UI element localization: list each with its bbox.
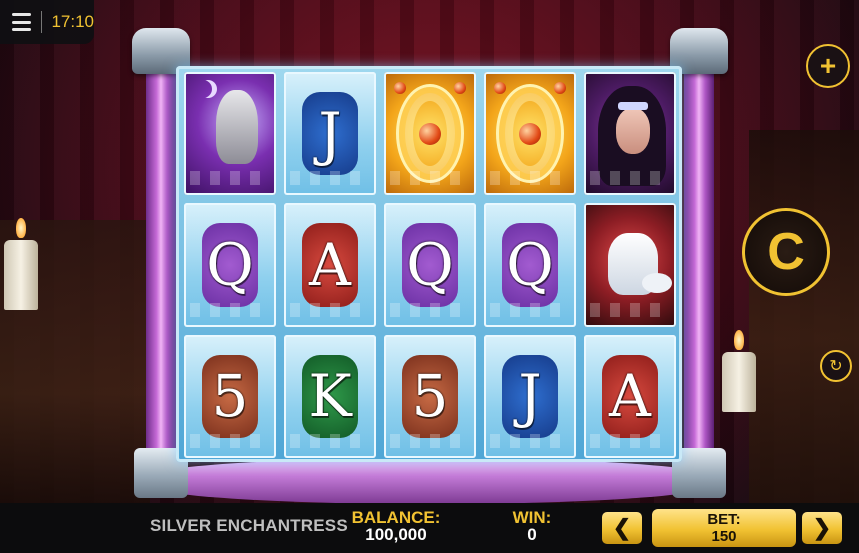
menu-divider (40, 11, 42, 33)
left-pillar (146, 70, 176, 462)
reel-1-row-2-symbol: Q (184, 203, 276, 327)
symbol-letter: Q (406, 230, 454, 299)
symbol-letter: A (309, 230, 351, 299)
chevron-right-icon: ❯ (812, 515, 832, 540)
balance-label: BALANCE: (351, 508, 441, 527)
spin-button[interactable]: C (742, 208, 830, 296)
top-menu-bar: 17:10 (0, 0, 94, 44)
card-symbol-a: A (602, 354, 658, 438)
spin-icon: C (767, 223, 805, 281)
background-books-right (749, 130, 859, 510)
bet-decrease-button[interactable]: ❮ (602, 512, 642, 544)
enchantress-symbol-icon (584, 72, 676, 196)
win-display: WIN: 0 (500, 509, 564, 543)
bet-value: 150 (711, 528, 737, 545)
symbol-letter: J (518, 362, 542, 431)
reel-4-row-3-symbol: J (484, 334, 576, 458)
win-value: 0 (527, 525, 537, 544)
clock: 17:10 (51, 12, 94, 31)
reel-stage-base (150, 458, 710, 504)
golden-scatter-symbol-icon (384, 72, 476, 196)
reel-2-row-1-symbol: J (284, 72, 376, 196)
reel-1-row-3-symbol: 5 (184, 334, 276, 458)
candle-decoration (4, 218, 38, 310)
card-symbol-j: J (302, 92, 358, 176)
golden-scatter-symbol-icon (484, 72, 576, 196)
card-symbol-a: A (302, 223, 358, 307)
card-symbol-j: J (502, 354, 558, 438)
card-symbol-q: Q (502, 223, 558, 307)
reel-grid: JQAQQ5K5JA (184, 72, 676, 458)
reel-2-row-3-symbol: K (284, 334, 376, 458)
right-pillar (684, 70, 714, 462)
card-symbol-q: Q (202, 223, 258, 307)
card-symbol-5: 5 (402, 354, 458, 438)
win-label: WIN: (512, 508, 552, 527)
autoplay-button[interactable]: ↻ (820, 350, 852, 382)
reel-5-row-3-symbol: A (584, 334, 676, 458)
bet-label: BET: (707, 511, 741, 528)
reel-2-row-2-symbol: A (284, 203, 376, 327)
symbol-letter: K (308, 362, 352, 431)
symbol-letter: Q (506, 230, 554, 299)
reel-4-row-2-symbol: Q (484, 203, 576, 327)
bottom-bar: SILVER ENCHANTRESS BALANCE: 100,000 WIN:… (0, 503, 859, 553)
plus-button[interactable]: + (806, 44, 850, 88)
candle-decoration (722, 330, 756, 412)
symbol-letter: 5 (211, 362, 249, 431)
bet-increase-button[interactable]: ❯ (802, 512, 842, 544)
owl-symbol-icon (184, 72, 276, 196)
white-fox-symbol-icon (584, 203, 676, 327)
chevron-left-icon: ❮ (612, 515, 632, 540)
balance-value: 100,000 (365, 525, 427, 544)
game-title: SILVER ENCHANTRESS (150, 516, 348, 535)
hamburger-menu-icon[interactable] (12, 13, 31, 31)
reel-3-row-2-symbol: Q (384, 203, 476, 327)
bet-display: BET: 150 (652, 509, 796, 547)
symbol-letter: Q (206, 230, 254, 299)
card-symbol-k: K (302, 354, 358, 438)
balance-display: BALANCE: 100,000 (346, 509, 446, 543)
reel-3-row-3-symbol: 5 (384, 334, 476, 458)
symbol-letter: J (318, 99, 342, 168)
symbol-letter: 5 (411, 362, 449, 431)
plus-icon: + (819, 50, 837, 81)
autoplay-icon: ↻ (829, 358, 843, 375)
card-symbol-q: Q (402, 223, 458, 307)
card-symbol-5: 5 (202, 354, 258, 438)
symbol-letter: A (609, 362, 651, 431)
